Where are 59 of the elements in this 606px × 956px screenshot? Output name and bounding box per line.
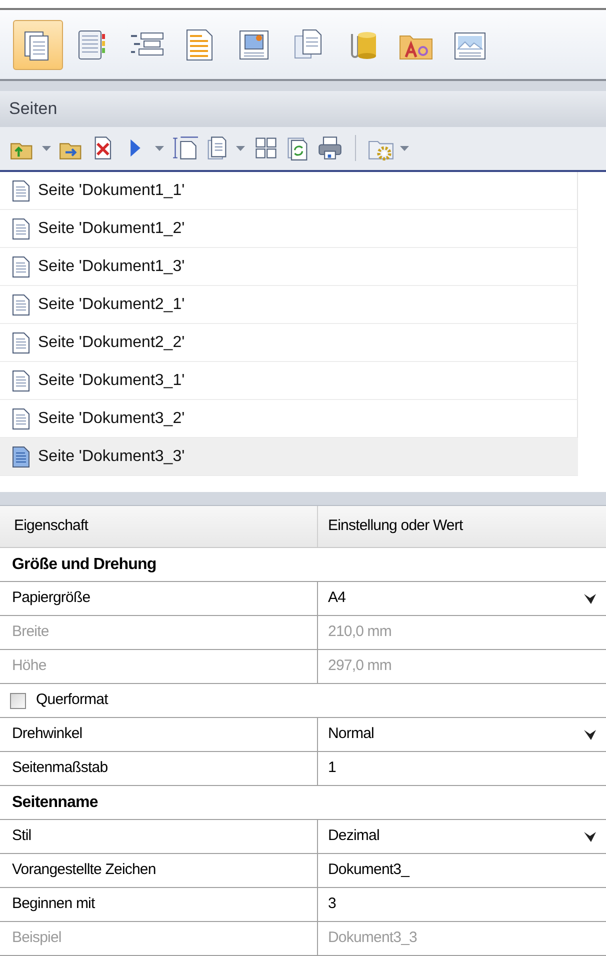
section-title: Seitenname: [12, 792, 98, 812]
caret-icon: [236, 146, 245, 151]
page-list-item[interactable]: Seite 'Dokument3_1': [0, 362, 578, 400]
document-icon: [12, 332, 30, 354]
dropdown-arrow-icon: [584, 592, 596, 604]
property-value: Dokument3_3: [328, 928, 417, 948]
document-icon: [12, 370, 30, 392]
property-name: Seitenmaßstab: [12, 758, 108, 778]
document-icon: [12, 256, 30, 278]
page-label: Seite 'Dokument3_2': [38, 408, 185, 429]
property-name: Beispiel: [12, 928, 62, 948]
checkbox[interactable]: [10, 692, 26, 708]
property-name: Papiergröße: [12, 588, 90, 608]
page-label: Seite 'Dokument3_1': [38, 370, 185, 391]
document-icon: [12, 294, 30, 316]
page-list-item[interactable]: Seite 'Dokument1_3': [0, 248, 578, 286]
property-value[interactable]: 3: [328, 893, 336, 916]
document-icon: [12, 446, 30, 468]
page-label: Seite 'Dokument1_3': [38, 256, 185, 277]
document-icon: [12, 180, 30, 202]
column-header[interactable]: Eigenschaft: [0, 506, 318, 547]
grid-icon: [253, 135, 279, 162]
document-icon: [12, 408, 30, 430]
property-name: Drehwinkel: [12, 724, 82, 744]
property-value[interactable]: A4: [328, 587, 346, 610]
page-label: Seite 'Dokument1_1': [38, 180, 185, 201]
page-list-item[interactable]: Seite 'Dokument3_3': [0, 438, 578, 476]
print-icon: [317, 135, 343, 162]
page-label: Seite 'Dokument2_2': [38, 332, 185, 353]
page-list-item[interactable]: Seite 'Dokument2_2': [0, 324, 578, 362]
property-name: Vorangestellte Zeichen: [12, 860, 156, 880]
page-label: Seite 'Dokument3_3': [38, 446, 185, 467]
column-header[interactable]: Einstellung oder Wert: [318, 506, 606, 547]
caret-icon: [400, 146, 409, 151]
view-button[interactable]: [13, 20, 63, 70]
dropdown-arrow-icon: [584, 728, 596, 740]
property-value[interactable]: Dokument3_: [328, 859, 410, 882]
page-margin-icon: [172, 135, 198, 162]
page-list-item[interactable]: Seite 'Dokument1_1': [0, 172, 578, 210]
property-value[interactable]: 1: [328, 757, 336, 780]
property-name: Stil: [12, 826, 32, 846]
page-label: Seite 'Dokument1_2': [38, 218, 185, 239]
checkbox-label: Querformat: [36, 690, 108, 710]
property-value: 210,0 mm: [328, 622, 392, 642]
section-title: Größe und Drehung: [12, 554, 156, 574]
caret-icon: [42, 146, 51, 151]
property-name: Höhe: [12, 656, 46, 676]
document-icon: [12, 218, 30, 240]
panel-title: Seiten: [9, 98, 58, 120]
page-list-item[interactable]: Seite 'Dokument1_2': [0, 210, 578, 248]
property-value[interactable]: Dezimal: [328, 825, 380, 848]
dropdown-arrow-icon: [584, 830, 596, 842]
page-list-item[interactable]: Seite 'Dokument2_1': [0, 286, 578, 324]
property-name: Breite: [12, 622, 49, 642]
property-value: 297,0 mm: [328, 656, 392, 676]
page-label: Seite 'Dokument2_1': [38, 294, 185, 315]
property-name: Beginnen mit: [12, 894, 95, 914]
caret-icon: [155, 146, 164, 151]
property-value[interactable]: Normal: [328, 723, 374, 746]
